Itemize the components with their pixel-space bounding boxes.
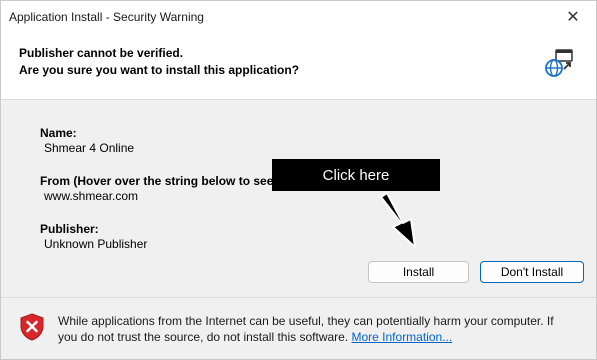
shield-error-icon (20, 313, 44, 341)
warning-header: Publisher cannot be verified. Are you su… (1, 33, 596, 100)
publisher-value: Unknown Publisher (44, 237, 148, 251)
dont-install-button[interactable]: Don't Install (480, 261, 584, 283)
arrow-pointer-icon (380, 192, 416, 248)
warning-message: While applications from the Internet can… (58, 313, 568, 345)
more-information-link[interactable]: More Information... (352, 330, 453, 344)
header-line-2: Are you sure you want to install this ap… (19, 63, 300, 77)
install-button[interactable]: Install (368, 261, 469, 283)
name-label: Name: (40, 126, 77, 140)
install-dialog: Application Install - Security Warning ✕… (0, 0, 597, 360)
publisher-label: Publisher: (40, 222, 99, 236)
close-icon: ✕ (566, 9, 580, 26)
click-here-banner: Click here (272, 159, 440, 191)
from-label: From (Hover over the string below to see (40, 174, 274, 188)
warning-text: While applications from the Internet can… (58, 314, 554, 344)
from-value[interactable]: www.shmear.com (44, 189, 138, 203)
globe-install-icon (545, 49, 573, 77)
title-bar: Application Install - Security Warning ✕ (1, 1, 596, 33)
header-line-1: Publisher cannot be verified. (19, 46, 184, 60)
window-title: Application Install - Security Warning (9, 10, 204, 24)
close-button[interactable]: ✕ (550, 1, 596, 33)
divider (1, 297, 596, 298)
name-value: Shmear 4 Online (44, 141, 135, 155)
